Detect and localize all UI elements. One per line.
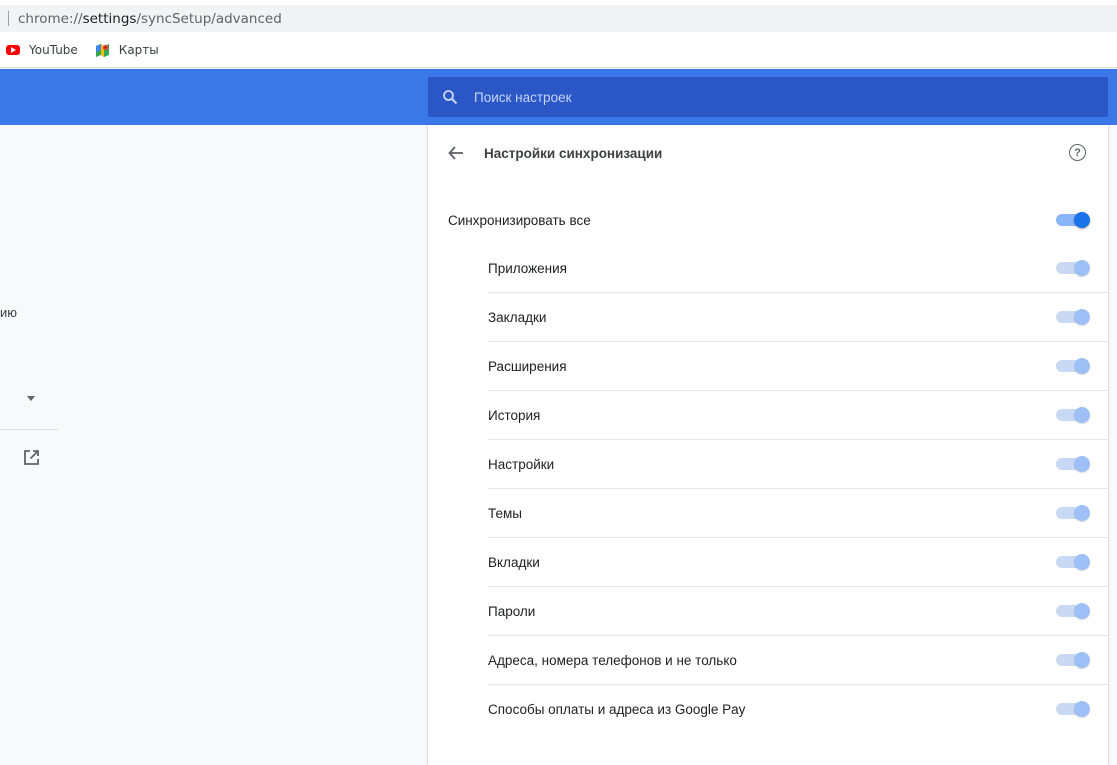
url-scheme: chrome:// xyxy=(18,10,83,27)
sync-item-label: Вкладки xyxy=(488,554,540,570)
toggle-knob xyxy=(1074,456,1090,472)
sync-item-label: Закладки xyxy=(488,309,547,325)
toggle-knob xyxy=(1074,652,1090,668)
sync-item-tabs: Вкладки xyxy=(488,537,1108,586)
sync-item-label: Адреса, номера телефонов и не только xyxy=(488,652,737,668)
settings-toolbar: Поиск настроек xyxy=(0,69,1117,125)
truncated-label: ию xyxy=(0,305,18,320)
arrow-back-icon[interactable] xyxy=(447,144,465,162)
apps-toggle[interactable] xyxy=(1056,260,1090,276)
toggle-knob xyxy=(1074,260,1090,276)
url-text[interactable]: chrome://settings/syncSetup/advanced xyxy=(18,11,282,27)
sync-item-label: Пароли xyxy=(488,603,536,619)
url-host: settings xyxy=(82,10,137,27)
sync-settings-card: Настройки синхронизации ? Синхронизирова… xyxy=(428,125,1108,765)
tabs-toggle[interactable] xyxy=(1056,554,1090,570)
toggle-knob xyxy=(1074,212,1090,228)
bookmark-label: Карты xyxy=(118,43,159,57)
search-placeholder: Поиск настроек xyxy=(474,89,572,105)
open-in-new-icon[interactable] xyxy=(23,449,40,466)
sync-item-addresses: Адреса, номера телефонов и не только xyxy=(488,635,1108,684)
bookmarks-bar: YouTube Карты xyxy=(0,33,1117,68)
sync-items-list: Приложения Закладки Расширения История Н… xyxy=(488,244,1108,733)
sync-item-label: Способы оплаты и адреса из Google Pay xyxy=(488,701,746,717)
toggle-knob xyxy=(1074,701,1090,717)
bookmark-youtube[interactable]: YouTube xyxy=(0,43,78,57)
sync-item-label: История xyxy=(488,407,541,423)
text-cursor xyxy=(8,11,9,26)
sync-item-settings: Настройки xyxy=(488,439,1108,488)
search-icon xyxy=(442,89,458,105)
page-title: Настройки синхронизации xyxy=(484,145,663,161)
omnibox[interactable]: chrome://settings/syncSetup/advanced xyxy=(0,5,1117,32)
sync-all-label: Синхронизировать все xyxy=(448,212,591,228)
sync-item-label: Настройки xyxy=(488,456,555,472)
toggle-knob xyxy=(1074,603,1090,619)
passwords-toggle[interactable] xyxy=(1056,603,1090,619)
left-panel: ию xyxy=(0,125,60,753)
themes-toggle[interactable] xyxy=(1056,505,1090,521)
payments-toggle[interactable] xyxy=(1056,701,1090,717)
sync-item-passwords: Пароли xyxy=(488,586,1108,635)
settings-toggle[interactable] xyxy=(1056,456,1090,472)
sync-all-row[interactable]: Синхронизировать все xyxy=(428,196,1108,244)
sync-item-payments: Способы оплаты и адреса из Google Pay xyxy=(488,684,1108,733)
toggle-knob xyxy=(1074,505,1090,521)
toggle-knob xyxy=(1074,358,1090,374)
bookmarks-toggle[interactable] xyxy=(1056,309,1090,325)
url-path: /syncSetup/advanced xyxy=(136,10,282,27)
history-toggle[interactable] xyxy=(1056,407,1090,423)
addresses-toggle[interactable] xyxy=(1056,652,1090,668)
sync-item-bookmarks: Закладки xyxy=(488,292,1108,341)
help-icon[interactable]: ? xyxy=(1069,144,1086,161)
search-field[interactable]: Поиск настроек xyxy=(428,77,1108,117)
sync-item-extensions: Расширения xyxy=(488,341,1108,390)
youtube-icon xyxy=(6,45,20,55)
sync-item-label: Приложения xyxy=(488,260,567,276)
toggle-knob xyxy=(1074,407,1090,423)
divider xyxy=(0,429,58,430)
sync-item-label: Расширения xyxy=(488,358,567,374)
bookmark-maps[interactable]: Карты xyxy=(95,43,159,58)
dropdown-arrow-icon[interactable] xyxy=(27,396,35,401)
toggle-knob xyxy=(1074,554,1090,570)
sync-all-toggle[interactable] xyxy=(1056,212,1090,228)
sync-item-themes: Темы xyxy=(488,488,1108,537)
toggle-knob xyxy=(1074,309,1090,325)
bookmark-label: YouTube xyxy=(29,43,78,57)
maps-icon xyxy=(95,43,110,58)
sync-item-history: История xyxy=(488,390,1108,439)
sync-item-label: Темы xyxy=(488,505,522,521)
extensions-toggle[interactable] xyxy=(1056,358,1090,374)
card-header: Настройки синхронизации ? xyxy=(428,125,1108,181)
address-bar: chrome://settings/syncSetup/advanced xyxy=(0,0,1117,33)
sync-item-apps: Приложения xyxy=(488,244,1108,292)
